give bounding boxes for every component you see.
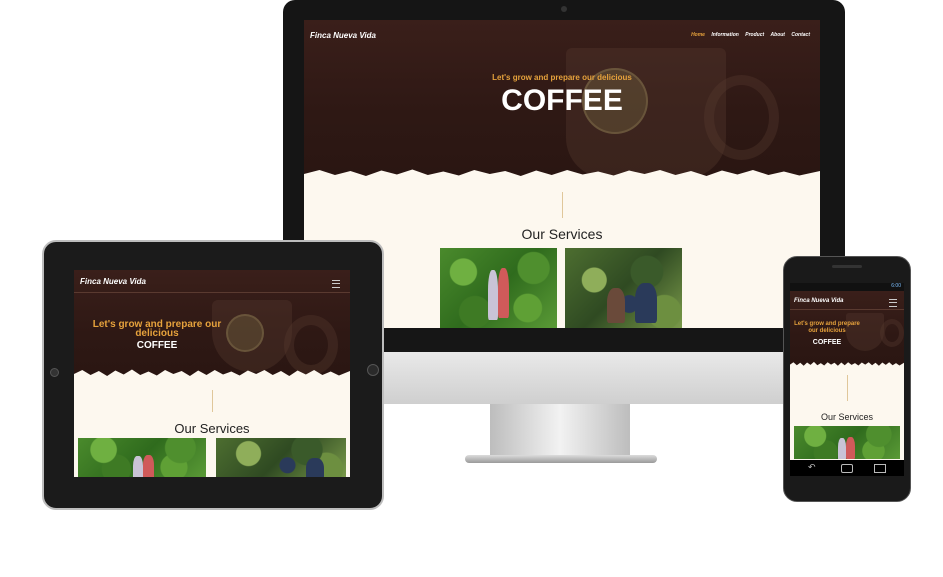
android-home-icon[interactable]	[841, 464, 853, 473]
worker-figure	[607, 288, 625, 323]
section-divider	[212, 390, 213, 412]
hamburger-menu-icon[interactable]	[889, 299, 897, 307]
service-photo-harvest[interactable]	[216, 438, 346, 477]
nav-contact[interactable]: Contact	[791, 32, 810, 38]
phone-speaker	[832, 265, 862, 268]
header-divider	[790, 309, 904, 310]
phone-hero: Finca Nueva Vida Let's grow and prepare …	[790, 291, 904, 367]
farmer-figure	[838, 438, 846, 459]
torn-paper-edge	[304, 169, 820, 178]
service-photo-farmers[interactable]	[794, 426, 900, 459]
monitor-stand-neck	[490, 404, 630, 456]
farmer-figure	[846, 437, 855, 459]
farmer-figure	[498, 268, 509, 318]
mug-handle	[284, 315, 338, 375]
phone-status-bar: 6:00	[790, 283, 904, 291]
brand-logo[interactable]: Finca Nueva Vida	[794, 298, 843, 304]
service-photo-farmers[interactable]	[78, 438, 206, 477]
hamburger-menu-icon[interactable]	[332, 280, 340, 288]
desktop-nav: Home Information Product About Contact	[686, 32, 810, 38]
nav-information[interactable]: Information	[711, 32, 739, 38]
header-divider	[74, 292, 350, 293]
worker-figure	[635, 283, 657, 323]
services-heading: Our Services	[521, 226, 603, 242]
brand-logo[interactable]: Finca Nueva Vida	[80, 277, 146, 286]
farmer-figure	[143, 455, 154, 477]
tablet-hero: Finca Nueva Vida Let's grow and prepare …	[74, 270, 350, 378]
section-divider	[562, 192, 563, 218]
services-heading: Our Services	[820, 412, 873, 422]
monitor-stand-base	[465, 455, 657, 463]
android-back-icon[interactable]: ↶	[808, 462, 816, 473]
nav-product[interactable]: Product	[745, 32, 764, 38]
camera-dot-icon	[561, 6, 567, 12]
farmer-figure	[488, 270, 498, 320]
android-nav-bar: ↶	[790, 460, 904, 476]
tablet-device: Finca Nueva Vida Let's grow and prepare …	[42, 240, 384, 510]
status-time: 6:00	[891, 283, 901, 289]
section-divider	[847, 375, 848, 401]
hero-tagline: Let's grow and prepare our delicious	[92, 319, 222, 339]
farmer-figure	[133, 456, 143, 477]
nav-home[interactable]: Home	[691, 32, 705, 38]
hero-tagline: Let's grow and prepare our delicious	[492, 73, 632, 82]
hero-headline: COFFEE	[501, 84, 623, 117]
phone-device: 6:00 Finca Nueva Vida Let's grow and pre…	[783, 256, 911, 502]
hero-tagline: Let's grow and prepare our delicious	[794, 321, 860, 334]
desktop-hero: Finca Nueva Vida Home Information Produc…	[304, 20, 820, 178]
tablet-screen: Finca Nueva Vida Let's grow and prepare …	[74, 270, 350, 477]
hero-headline: COFFEE	[136, 340, 178, 351]
service-photo-harvest[interactable]	[565, 248, 682, 328]
mug-handle	[880, 319, 904, 347]
torn-paper-edge	[790, 361, 904, 367]
hero-headline: COFFEE	[812, 339, 842, 346]
nav-about[interactable]: About	[771, 32, 785, 38]
worker-figure	[306, 458, 324, 477]
brand-logo[interactable]: Finca Nueva Vida	[310, 31, 376, 40]
monitor-bezel-bottom	[380, 352, 785, 404]
service-photo-farmers[interactable]	[440, 248, 557, 328]
tablet-home-button[interactable]	[367, 364, 379, 376]
phone-screen: 6:00 Finca Nueva Vida Let's grow and pre…	[790, 283, 904, 476]
camera-dot-icon	[50, 368, 59, 377]
services-heading: Our Services	[174, 421, 250, 436]
android-recent-icon[interactable]	[874, 464, 886, 473]
